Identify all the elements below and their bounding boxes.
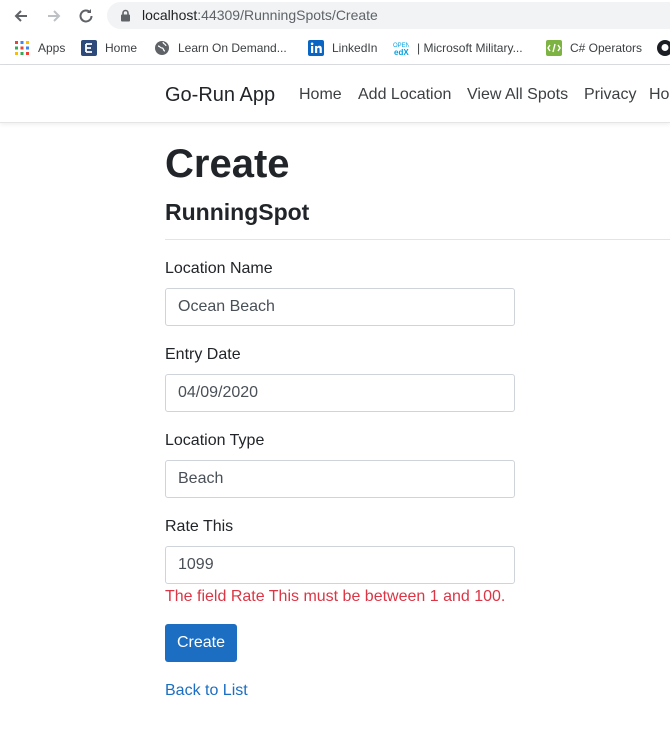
divider xyxy=(165,239,670,240)
bookmarks-bar: Apps Home Learn On Demand... LinkedIn OP… xyxy=(0,31,670,65)
nav-link-home[interactable]: Home xyxy=(299,86,342,104)
rate-validation-error: The field Rate This must be between 1 an… xyxy=(165,588,506,605)
entry-date-input[interactable] xyxy=(165,374,515,412)
github-icon xyxy=(657,40,670,56)
location-name-label: Location Name xyxy=(165,260,273,277)
bookmark-microsoft-military[interactable]: OPEN edX | Microsoft Military... xyxy=(393,39,523,57)
brand-link[interactable]: Go-Run App xyxy=(165,84,275,107)
location-name-input[interactable] xyxy=(165,288,515,326)
bookmark-learn-on-demand[interactable]: Learn On Demand... xyxy=(154,39,287,57)
url-text: localhost:44309/RunningSpots/Create xyxy=(142,7,378,23)
create-button[interactable]: Create xyxy=(165,624,237,662)
globe-icon xyxy=(154,40,170,56)
bookmark-home[interactable]: Home xyxy=(81,39,137,57)
browser-toolbar: localhost:44309/RunningSpots/Create xyxy=(0,0,670,31)
lock-icon xyxy=(120,9,131,27)
e-icon xyxy=(81,40,97,56)
back-arrow-icon[interactable] xyxy=(10,5,32,27)
bookmark-apps[interactable]: Apps xyxy=(14,39,65,57)
nav-link-view-all-spots[interactable]: View All Spots xyxy=(467,86,568,104)
address-bar[interactable]: localhost:44309/RunningSpots/Create xyxy=(107,2,670,29)
location-type-input[interactable] xyxy=(165,460,515,498)
bookmark-linkedin[interactable]: LinkedIn xyxy=(308,39,377,57)
entry-date-label: Entry Date xyxy=(165,346,241,363)
bookmark-csharp-operators[interactable]: C# Operators xyxy=(546,39,642,57)
apps-grid-icon xyxy=(14,40,30,56)
rate-label: Rate This xyxy=(165,518,234,535)
rate-input[interactable] xyxy=(165,546,515,584)
bookmark-github[interactable] xyxy=(657,39,670,57)
site-navbar: Go-Run App Home Add Location View All Sp… xyxy=(0,65,670,123)
nav-link-privacy[interactable]: Privacy xyxy=(584,86,636,104)
nav-link-truncated[interactable]: Ho xyxy=(649,86,669,104)
linkedin-icon xyxy=(308,40,324,56)
location-type-label: Location Type xyxy=(165,432,265,449)
code-icon xyxy=(546,40,562,56)
page-title: Create xyxy=(165,142,290,186)
forward-arrow-icon[interactable] xyxy=(43,5,65,27)
nav-link-add-location[interactable]: Add Location xyxy=(358,86,451,104)
page-subtitle: RunningSpot xyxy=(165,199,310,225)
back-to-list-link[interactable]: Back to List xyxy=(165,682,248,700)
reload-icon[interactable] xyxy=(75,5,97,27)
svg-text:edX: edX xyxy=(394,48,409,56)
edx-icon: OPEN edX xyxy=(393,40,409,56)
